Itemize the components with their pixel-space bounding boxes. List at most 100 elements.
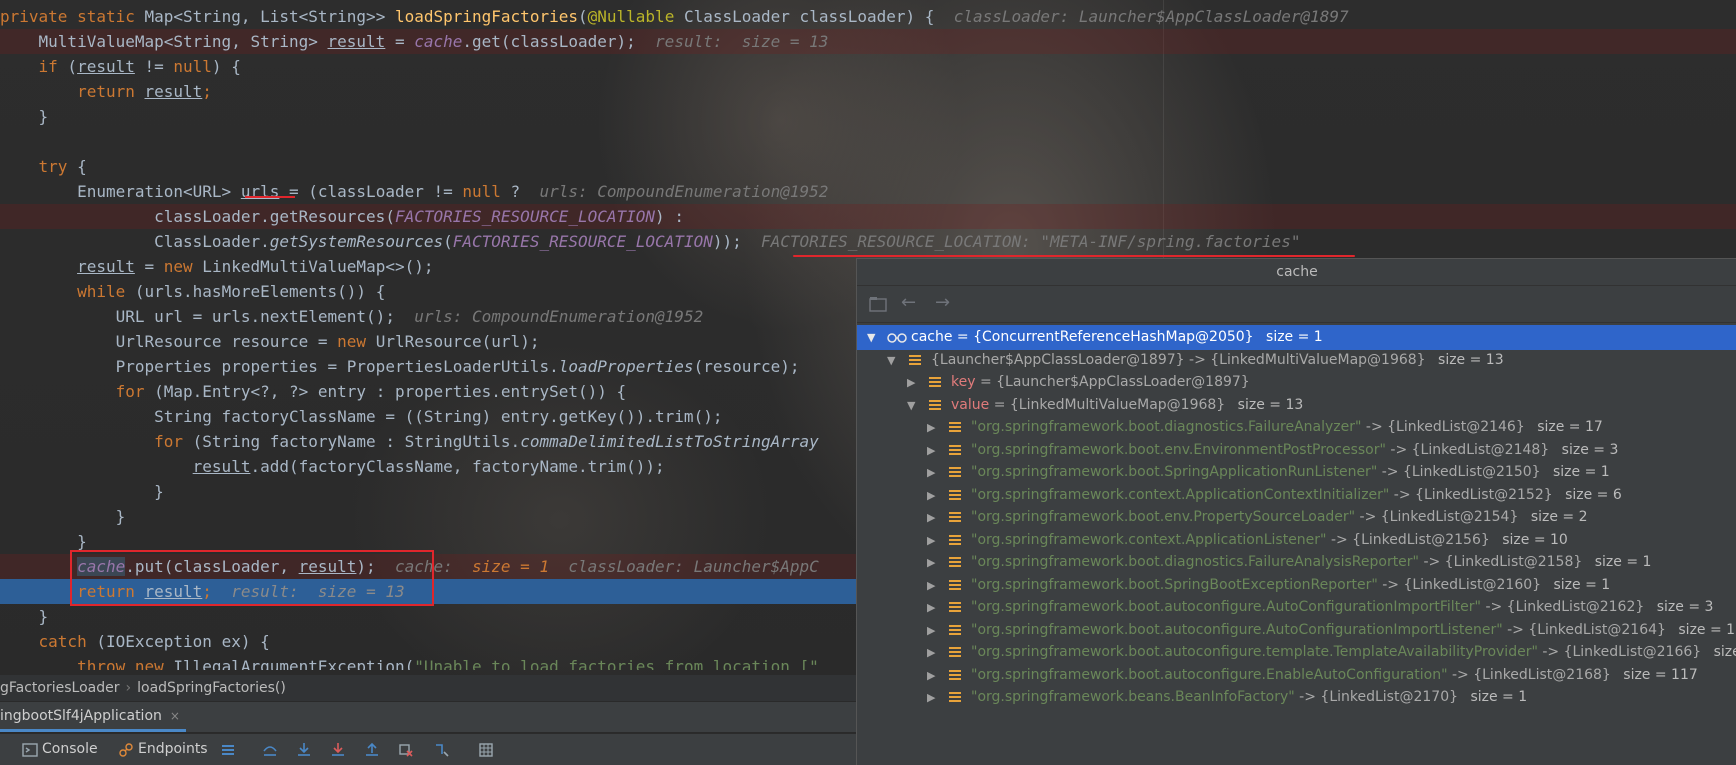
force-step-into-icon[interactable] <box>330 742 346 758</box>
endpoints-tab[interactable]: Endpoints <box>138 734 208 765</box>
variable-value: = {LinkedMultiValueMap@1968} <box>989 396 1226 413</box>
code-line-8[interactable]: Enumeration<URL> urls = (classLoader != … <box>0 179 1736 204</box>
code-line-10[interactable]: ClassLoader.getSystemResources(FACTORIES… <box>0 229 1736 254</box>
tree-row-text: "org.springframework.beans.BeanInfoFacto… <box>971 685 1527 710</box>
debug-toolbar: Console Endpoints <box>0 733 856 765</box>
step-into-icon[interactable] <box>296 742 312 758</box>
inspect-popup[interactable]: cache ← → ▼ cache = {ConcurrentReferenceH… <box>856 258 1736 765</box>
tree-row-text: "org.springframework.boot.SpringBootExce… <box>971 573 1610 598</box>
variable-value: = {Launcher$AppClassLoader@1897} <box>975 374 1250 390</box>
tree-row-text: "org.springframework.boot.autoconfigure.… <box>971 618 1735 643</box>
tree-row[interactable]: ▶ "org.springframework.context.Applicatio… <box>857 483 1736 508</box>
code-line-5[interactable]: } <box>0 104 1736 129</box>
evaluate-expression-icon[interactable] <box>478 742 494 758</box>
code-line-2[interactable]: MultiValueMap<String, String> result = c… <box>0 29 1736 54</box>
code-line-7[interactable]: try { <box>0 154 1736 179</box>
tree-row[interactable]: ▶ "org.springframework.boot.autoconfigure… <box>857 595 1736 620</box>
expand-triangle-icon[interactable]: ▶ <box>927 663 935 688</box>
tree-row[interactable]: ▶ "org.springframework.boot.autoconfigure… <box>857 618 1736 643</box>
variable-size: size = 17 <box>1532 419 1603 435</box>
expand-triangle-icon[interactable]: ▶ <box>927 483 935 508</box>
expand-triangle-icon[interactable]: ▶ <box>927 573 935 598</box>
tree-row-text: "org.springframework.boot.autoconfigure.… <box>971 595 1713 620</box>
variable-value: -> {LinkedMultiValueMap@1968} <box>1184 351 1426 368</box>
variable-size: size = 1 <box>1548 464 1610 480</box>
collapse-triangle-icon[interactable]: ▼ <box>867 325 875 350</box>
variable-size: size = 10 <box>1497 531 1568 548</box>
tree-row[interactable]: ▶ "org.springframework.boot.env.PropertyS… <box>857 505 1736 530</box>
variable-size: size = 3 <box>1652 599 1714 615</box>
step-over-icon[interactable] <box>262 742 278 758</box>
popup-title[interactable]: cache <box>857 259 1736 286</box>
forward-arrow-icon[interactable]: → <box>935 292 950 313</box>
tab-debug-session[interactable]: ingbootSlf4jApplication × <box>0 702 186 732</box>
console-icon <box>22 743 38 757</box>
tree-row-text: "org.springframework.boot.env.Environmen… <box>971 438 1618 463</box>
expand-triangle-icon[interactable]: ▶ <box>927 640 935 665</box>
expand-triangle-icon[interactable]: ▶ <box>927 685 935 710</box>
breadcrumb-class[interactable]: gFactoriesLoader <box>0 675 120 701</box>
code-line-4[interactable]: return result; <box>0 79 1736 104</box>
breadcrumb-method[interactable]: loadSpringFactories() <box>137 675 286 701</box>
tree-row[interactable]: ▶ "org.springframework.boot.autoconfigure… <box>857 640 1736 665</box>
close-icon[interactable]: × <box>170 709 180 723</box>
tree-row[interactable]: ▶ "org.springframework.boot.env.Environme… <box>857 438 1736 463</box>
field-icon <box>929 399 941 412</box>
step-out-icon[interactable] <box>364 742 380 758</box>
tree-row[interactable]: ▶ "org.springframework.boot.autoconfigure… <box>857 663 1736 688</box>
inline-debug-size: size = 1 <box>472 557 550 576</box>
variable-value: -> {LinkedList@2156} <box>1326 531 1490 548</box>
tree-row[interactable]: ▼ value = {LinkedMultiValueMap@1968} size… <box>857 393 1736 418</box>
tree-row[interactable]: ▶ "org.springframework.context.Applicatio… <box>857 528 1736 553</box>
expand-triangle-icon[interactable]: ▶ <box>927 618 935 643</box>
variable-name: cache <box>911 329 953 345</box>
variable-size: size = 2 <box>1526 509 1588 525</box>
tree-row-text: "org.springframework.boot.env.PropertySo… <box>971 505 1588 530</box>
variable-name: "org.springframework.boot.autoconfigure.… <box>971 644 1538 660</box>
field-icon <box>929 377 941 389</box>
tree-row[interactable]: ▶ "org.springframework.boot.SpringApplica… <box>857 460 1736 485</box>
expand-triangle-icon[interactable]: ▶ <box>927 438 935 463</box>
tree-row-text: "org.springframework.context.Application… <box>971 483 1622 508</box>
breadcrumb: gFactoriesLoader › loadSpringFactories() <box>0 675 856 701</box>
variable-size: size = 13 <box>1233 396 1304 413</box>
code-line-1[interactable]: private static Map<String, List<String>>… <box>0 4 1736 29</box>
inline-debug-value: classLoader: Launcher$AppClassLoader@189… <box>953 7 1349 26</box>
frames-list-icon[interactable] <box>220 742 236 758</box>
code-line-9[interactable]: classLoader.getResources(FACTORIES_RESOU… <box>0 204 1736 229</box>
tree-row[interactable]: ▶ "org.springframework.boot.diagnostics.F… <box>857 415 1736 440</box>
field-icon <box>949 557 961 569</box>
expand-triangle-icon[interactable]: ▶ <box>927 550 935 575</box>
run-to-cursor-icon[interactable] <box>434 742 450 758</box>
expand-triangle-icon[interactable]: ▶ <box>907 370 915 395</box>
back-arrow-icon[interactable]: ← <box>901 292 916 313</box>
drop-frame-icon[interactable] <box>398 742 414 758</box>
expand-triangle-icon[interactable]: ▶ <box>927 460 935 485</box>
variable-name: "org.springframework.context.Application… <box>971 531 1327 548</box>
tree-row[interactable]: ▶ "org.springframework.boot.SpringBootExc… <box>857 573 1736 598</box>
variable-size: size = 5 <box>1713 644 1736 660</box>
field-icon <box>949 489 961 502</box>
expand-triangle-icon[interactable]: ▶ <box>927 528 935 553</box>
tree-row[interactable]: ▼ cache = {ConcurrentReferenceHashMap@205… <box>857 325 1736 350</box>
variable-value: -> {LinkedList@2148} <box>1385 441 1550 458</box>
tree-row[interactable]: ▶ "org.springframework.beans.BeanInfoFact… <box>857 685 1736 710</box>
field-icon <box>949 579 961 592</box>
tree-row[interactable]: ▶ key = {Launcher$AppClassLoader@1897} <box>857 370 1736 395</box>
red-annotation-underline <box>245 196 295 198</box>
collapse-triangle-icon[interactable]: ▼ <box>907 393 915 418</box>
tree-row[interactable]: ▶ "org.springframework.boot.diagnostics.F… <box>857 550 1736 575</box>
expand-triangle-icon[interactable]: ▶ <box>927 415 935 440</box>
code-line-3[interactable]: if (result != null) { <box>0 54 1736 79</box>
inline-debug-value: cache: <box>394 557 453 576</box>
field-icon <box>949 512 961 524</box>
tree-row-text: "org.springframework.boot.autoconfigure.… <box>971 663 1698 688</box>
expand-triangle-icon[interactable]: ▶ <box>927 595 935 620</box>
variable-name: "org.springframework.boot.env.Environmen… <box>971 441 1386 458</box>
pin-to-top-icon[interactable] <box>869 296 887 312</box>
collapse-triangle-icon[interactable]: ▼ <box>887 348 895 373</box>
console-tab[interactable]: Console <box>42 734 98 765</box>
tree-row[interactable]: ▼ {Launcher$AppClassLoader@1897} -> {Link… <box>857 348 1736 373</box>
expand-triangle-icon[interactable]: ▶ <box>927 505 935 530</box>
tree-row-text: "org.springframework.boot.SpringApplicat… <box>971 460 1610 485</box>
